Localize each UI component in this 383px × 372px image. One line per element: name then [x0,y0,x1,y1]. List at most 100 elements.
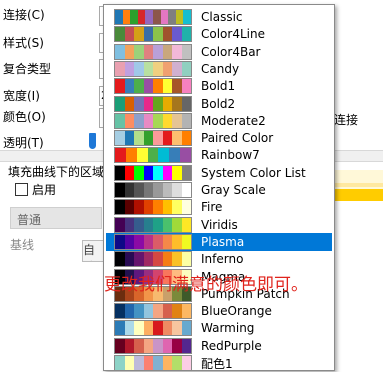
swatch-color-block [134,338,144,353]
color-list-item[interactable]: Bold1 [106,77,332,95]
swatch-color-block [124,234,134,249]
swatch-color-block [153,252,163,267]
swatch-color-block [143,338,153,353]
color-list-item[interactable]: Bold2 [106,95,332,113]
swatch-color-block [181,61,191,76]
swatch-color-block [115,10,123,24]
swatch-color-block [115,148,126,163]
swatch-color-block [172,113,182,128]
color-list-item[interactable]: Classic [106,8,332,26]
color-list-item[interactable]: RedPurple [106,337,332,355]
color-swatch [114,233,192,250]
swatch-color-block [153,338,163,353]
swatch-color-block [181,200,191,215]
color-swatch [114,130,192,147]
swatch-color-block [115,131,125,146]
swatch-color-block [162,165,172,180]
enable-checkbox-row[interactable]: 启用 [15,181,56,198]
color-list-item[interactable]: Inferno [106,250,332,268]
color-list-item[interactable]: BlueOrange [106,302,332,320]
auto-button[interactable]: 自动 [82,240,104,262]
color-list-item[interactable]: Viridis [106,216,332,234]
swatch-color-block [124,79,134,94]
swatch-color-block [124,44,134,59]
color-list-item-label: BlueOrange [201,304,272,319]
swatch-color-block [143,252,153,267]
swatch-color-block [153,79,163,94]
color-swatch [114,164,192,181]
color-list-item[interactable]: Color4Bar [106,43,332,61]
swatch-color-block [145,10,153,24]
swatch-color-block [124,131,134,146]
swatch-color-block [115,183,125,197]
swatch-color-block [124,252,134,267]
swatch-color-block [172,200,182,215]
swatch-color-block [181,131,191,146]
swatch-color-block [162,234,172,249]
swatch-color-block [115,113,125,128]
swatch-color-block [115,200,125,215]
swatch-color-block [143,79,153,94]
swatch-color-block [143,183,153,197]
swatch-color-block [181,79,191,94]
swatch-color-block [124,304,134,319]
swatch-color-block [115,304,125,319]
swatch-color-block [162,183,172,197]
color-list-item[interactable]: Warming [106,319,332,337]
color-list-item[interactable]: Moderate2 [106,112,332,130]
color-swatch [114,112,192,129]
swatch-color-block [169,148,181,163]
color-swatch [114,320,192,337]
swatch-color-block [162,27,172,42]
swatch-color-block [134,165,144,180]
color-list-item[interactable]: 配色1 [106,354,332,372]
color-list-item-label: Viridis [201,217,238,232]
swatch-color-block [153,113,163,128]
swatch-color-block [134,113,144,128]
color-list-item[interactable]: Rainbow7 [106,146,332,164]
swatch-color-block [172,44,182,59]
color-list-item-label: Warming [201,321,255,336]
swatch-color-block [180,148,192,163]
swatch-color-block [172,27,182,42]
color-list-item[interactable]: System Color List [106,164,332,182]
swatch-color-block [181,183,191,197]
swatch-color-block [115,356,125,370]
swatch-color-block [134,304,144,319]
swatch-color-block [181,356,191,370]
swatch-color-block [137,10,146,24]
color-list-item[interactable]: Color4Line [106,25,332,43]
swatch-color-block [183,10,191,24]
transparency-slider-thumb[interactable] [89,133,96,149]
swatch-color-block [181,321,191,336]
swatch-color-block [134,96,144,111]
swatch-color-block [134,79,144,94]
fill-mode-value: 普通 [17,213,42,227]
color-list-item[interactable]: Fire [106,198,332,216]
swatch-color-block [143,113,153,128]
swatch-color-block [162,356,172,370]
swatch-color-block [124,356,134,370]
color-list-dropdown[interactable]: Classic Color4Line Color4Bar Candy Bold1 Bold… [103,4,335,371]
swatch-color-block [172,96,182,111]
swatch-color-block [153,96,163,111]
swatch-color-block [134,44,144,59]
swatch-color-block [115,252,125,267]
swatch-color-block [124,200,134,215]
swatch-color-block [115,321,125,336]
color-list-item[interactable]: Plasma [106,232,332,251]
fill-mode-dropdown[interactable]: 普通 [10,207,102,229]
swatch-color-block [162,44,172,59]
swatch-color-block [143,234,153,249]
color-list-item-label: Bold2 [201,96,236,111]
color-list-item[interactable]: Paired Color [106,129,332,147]
color-swatch [114,251,192,268]
swatch-color-block [162,61,172,76]
swatch-color-block [134,200,144,215]
enable-checkbox[interactable] [15,183,28,196]
color-list-item[interactable]: Candy [106,60,332,78]
color-swatch [114,337,192,354]
swatch-color-block [153,234,163,249]
color-list-item[interactable]: Gray Scale [106,181,332,199]
swatch-color-block [162,321,172,336]
